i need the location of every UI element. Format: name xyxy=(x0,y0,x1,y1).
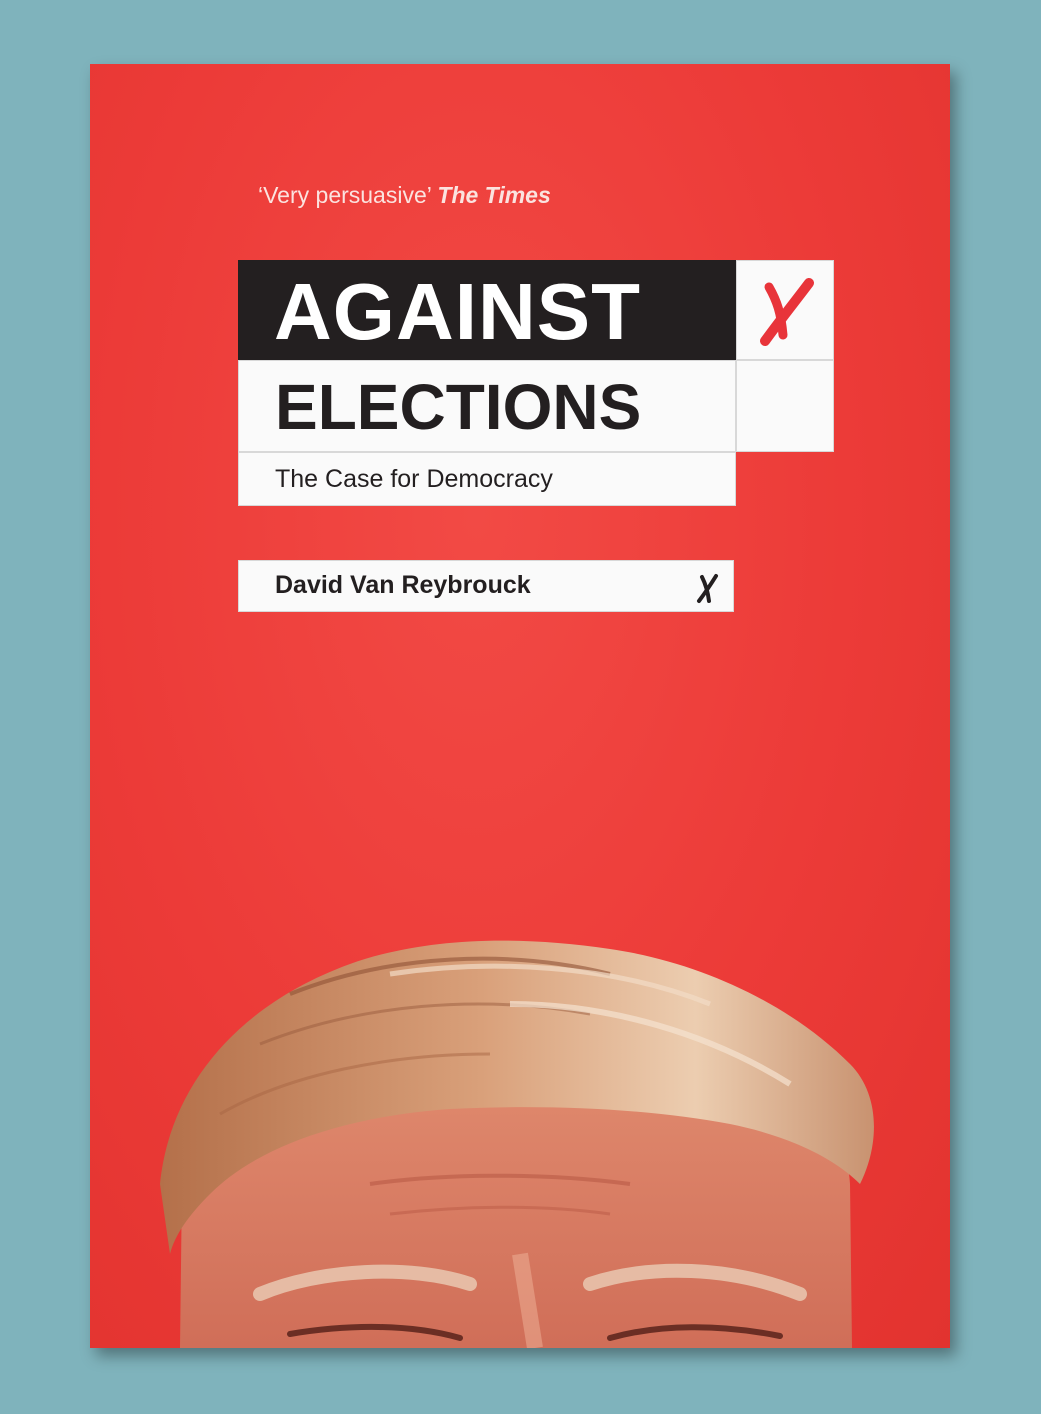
author-name: David Van Reybrouck xyxy=(275,571,531,599)
black-x-icon xyxy=(697,574,718,603)
title-line2: ELECTIONS xyxy=(275,371,642,443)
review-quote: ‘Very persuasive’ The Times xyxy=(258,182,551,209)
title-box-line2: ELECTIONS xyxy=(238,360,736,452)
subtitle: The Case for Democracy xyxy=(275,465,553,493)
ballot-checkbox-empty xyxy=(736,360,834,452)
book-cover: ‘Very persuasive’ The Times AGAINST ELEC… xyxy=(90,64,950,1348)
ballot-checkbox-marked xyxy=(736,260,834,360)
author-box: David Van Reybrouck xyxy=(238,560,734,612)
quote-source: The Times xyxy=(437,182,551,208)
red-x-icon xyxy=(760,278,814,346)
title-line1: AGAINST xyxy=(274,267,641,356)
title-box-line1: AGAINST xyxy=(238,260,736,360)
quote-text: ‘Very persuasive’ xyxy=(258,182,432,208)
hair-head-illustration xyxy=(160,940,874,1348)
subtitle-box: The Case for Democracy xyxy=(238,452,736,506)
